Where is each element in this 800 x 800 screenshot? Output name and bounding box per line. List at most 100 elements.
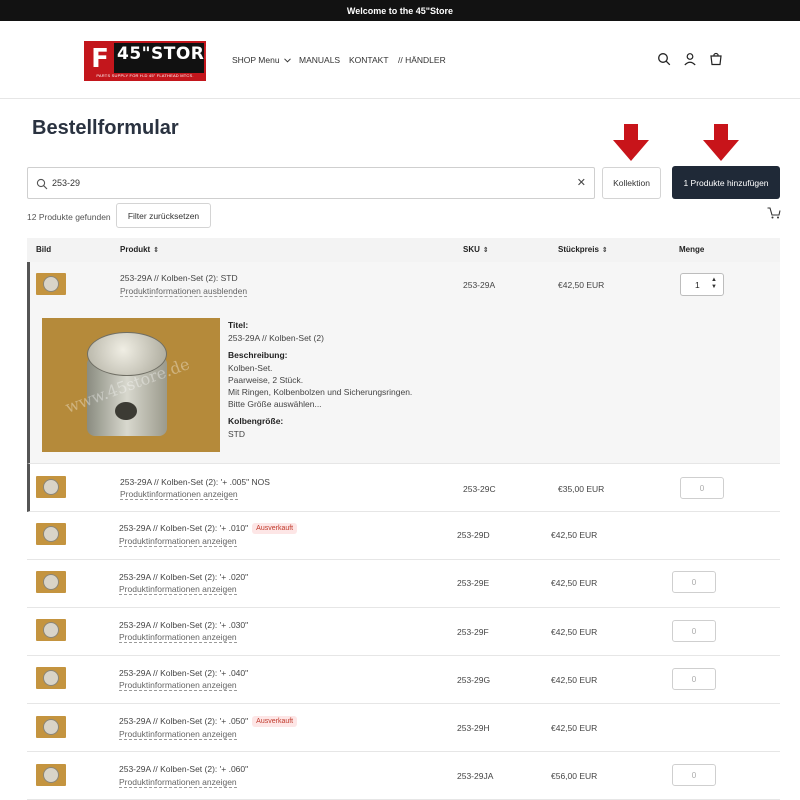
product-thumbnail — [36, 619, 66, 641]
product-price: €42,50 EUR — [551, 578, 598, 588]
announcement-text: Welcome to the 45"Store — [346, 5, 454, 16]
search-icon — [36, 177, 48, 195]
product-sku: 253-29D — [457, 530, 490, 540]
header-price-label: Stückpreis — [558, 245, 599, 254]
arrow-down-icon — [702, 124, 740, 162]
table-row — [27, 752, 780, 800]
product-title-text: 253-29A // Kolben-Set (2): '+ .010" — [119, 523, 249, 533]
detail-desc-line: Kolben-Set. — [228, 363, 273, 373]
store-logo[interactable]: F 45"STORE PARTS SUPPLY FOR H-D 45" FLAT… — [84, 41, 216, 81]
logo-name: 45"STORE — [117, 44, 217, 64]
quantity-input[interactable]: 0 — [680, 477, 724, 499]
detail-size-value: STD — [228, 429, 245, 439]
logo-tagline: PARTS SUPPLY FOR H-D 45" FLATHEAD MTCS. — [86, 73, 204, 79]
nav-manuals[interactable]: MANUALS — [299, 55, 340, 65]
nav-manuals-label: MANUALS — [299, 55, 341, 65]
show-info-link[interactable]: Produktinformationen anzeigen — [119, 632, 237, 643]
product-title: 253-29A // Kolben-Set (2): '+ .040" — [119, 668, 249, 678]
sold-out-badge: Ausverkauft — [252, 523, 298, 534]
collection-button[interactable]: Kollektion — [602, 167, 661, 199]
sort-icon: ⇕ — [153, 247, 160, 254]
site-header: F 45"STORE PARTS SUPPLY FOR H-D 45" FLAT… — [0, 21, 800, 99]
product-thumbnail — [36, 716, 66, 738]
product-price: €42,50 EUR — [551, 530, 598, 540]
quantity-input[interactable]: 0 — [672, 620, 716, 642]
hide-info-link[interactable]: Produktinformationen ausblenden — [120, 286, 248, 297]
show-info-link[interactable]: Produktinformationen anzeigen — [119, 584, 237, 595]
table-row — [27, 464, 780, 512]
table-row — [27, 704, 780, 752]
product-title: 253-29A // Kolben-Set (2): '+ .030" — [119, 620, 249, 630]
product-price: €56,00 EUR — [551, 771, 598, 781]
product-price: €42,50 EUR — [558, 280, 605, 290]
product-sku: 253-29C — [463, 484, 496, 494]
show-info-link[interactable]: Produktinformationen anzeigen — [119, 536, 237, 547]
sort-icon: ⇕ — [482, 247, 489, 254]
quantity-stepper[interactable]: 1 ▲ ▼ — [680, 273, 724, 296]
quantity-value: 1 — [695, 280, 700, 290]
detail-size-label: Kolbengröße: — [228, 416, 284, 426]
search-value: 253-29 — [52, 178, 81, 188]
product-image: www.45store.de — [42, 318, 220, 452]
nav-kontakt-label: KONTAKT — [349, 55, 389, 65]
nav-haendler[interactable]: // HÄNDLER — [398, 55, 446, 65]
show-info-link[interactable]: Produktinformationen anzeigen — [120, 489, 238, 500]
announcement-bar: Welcome to the 45"Store — [0, 0, 800, 21]
header-qty: Menge — [679, 245, 705, 254]
product-title-text: 253-29A // Kolben-Set (2): '+ .050" — [119, 716, 249, 726]
search-icon[interactable] — [657, 52, 671, 71]
show-info-link[interactable]: Produktinformationen anzeigen — [119, 777, 237, 788]
product-sku: 253-29F — [457, 627, 489, 637]
quantity-input[interactable]: 0 — [672, 764, 716, 786]
chevron-down-icon — [283, 55, 291, 65]
nav-haendler-label: // HÄNDLER — [398, 55, 446, 65]
product-thumbnail — [36, 571, 66, 593]
product-price: €42,50 EUR — [551, 627, 598, 637]
header-product[interactable]: Produkt ⇕ — [120, 245, 159, 254]
product-title: 253-29A // Kolben-Set (2): '+ .050" Ausve… — [119, 716, 298, 727]
header-sku[interactable]: SKU ⇕ — [463, 245, 489, 254]
product-sku: 253-29JA — [457, 771, 494, 781]
search-input[interactable]: 253-29 ✕ — [27, 167, 595, 199]
product-thumbnail — [36, 667, 66, 689]
show-info-link[interactable]: Produktinformationen anzeigen — [119, 729, 237, 740]
stepper-arrows-icon[interactable]: ▲ ▼ — [711, 277, 717, 291]
clear-icon[interactable]: ✕ — [577, 176, 586, 189]
nav-kontakt[interactable]: KONTAKT — [349, 55, 389, 65]
product-thumbnail — [36, 523, 66, 545]
account-icon[interactable] — [683, 52, 697, 71]
sort-icon: ⇕ — [601, 247, 608, 254]
product-thumbnail — [36, 476, 66, 498]
product-title: 253-29A // Kolben-Set (2): '+ .010" Ausve… — [119, 523, 298, 534]
sold-out-badge: Ausverkauft — [252, 716, 298, 727]
reset-filter-button[interactable]: Filter zurücksetzen — [116, 203, 211, 228]
product-price: €42,50 EUR — [551, 675, 598, 685]
header-price[interactable]: Stückpreis ⇕ — [558, 245, 608, 254]
product-title: 253-29A // Kolben-Set (2): '+ .005" NOS — [120, 477, 270, 487]
product-price: €42,50 EUR — [551, 723, 598, 733]
show-info-link[interactable]: Produktinformationen anzeigen — [119, 680, 237, 691]
detail-desc-line: Mit Ringen, Kolbenbolzen und Sicherungsr… — [228, 387, 413, 397]
product-title: 253-29A // Kolben-Set (2): '+ .060" — [119, 764, 249, 774]
product-sku: 253-29A — [463, 280, 496, 290]
header-sku-label: SKU — [463, 245, 480, 254]
product-title: 253-29A // Kolben-Set (2): STD — [120, 273, 238, 283]
detail-desc-line: Paarweise, 2 Stück. — [228, 375, 304, 385]
detail-title-value: 253-29A // Kolben-Set (2) — [228, 333, 324, 343]
header-image: Bild — [36, 245, 52, 254]
table-header: Bild Produkt ⇕ SKU ⇕ Stückpreis ⇕ Menge — [27, 238, 780, 262]
product-sku: 253-29E — [457, 578, 490, 588]
results-count: 12 Produkte gefunden — [27, 212, 111, 222]
product-title: 253-29A // Kolben-Set (2): '+ .020" — [119, 572, 249, 582]
detail-title-label: Titel: — [228, 320, 249, 330]
page-title: Bestellformular — [32, 117, 179, 139]
product-sku: 253-29H — [457, 723, 490, 733]
header-product-label: Produkt — [120, 245, 151, 254]
add-products-button[interactable]: 1 Produkte hinzufügen — [672, 166, 780, 199]
nav-shop-menu[interactable]: SHOP Menu — [232, 55, 291, 65]
quantity-input[interactable]: 0 — [672, 668, 716, 690]
quantity-input[interactable]: 0 — [672, 571, 716, 593]
cart-icon[interactable] — [767, 206, 781, 224]
product-thumbnail — [36, 273, 66, 295]
cart-icon[interactable] — [709, 52, 723, 71]
